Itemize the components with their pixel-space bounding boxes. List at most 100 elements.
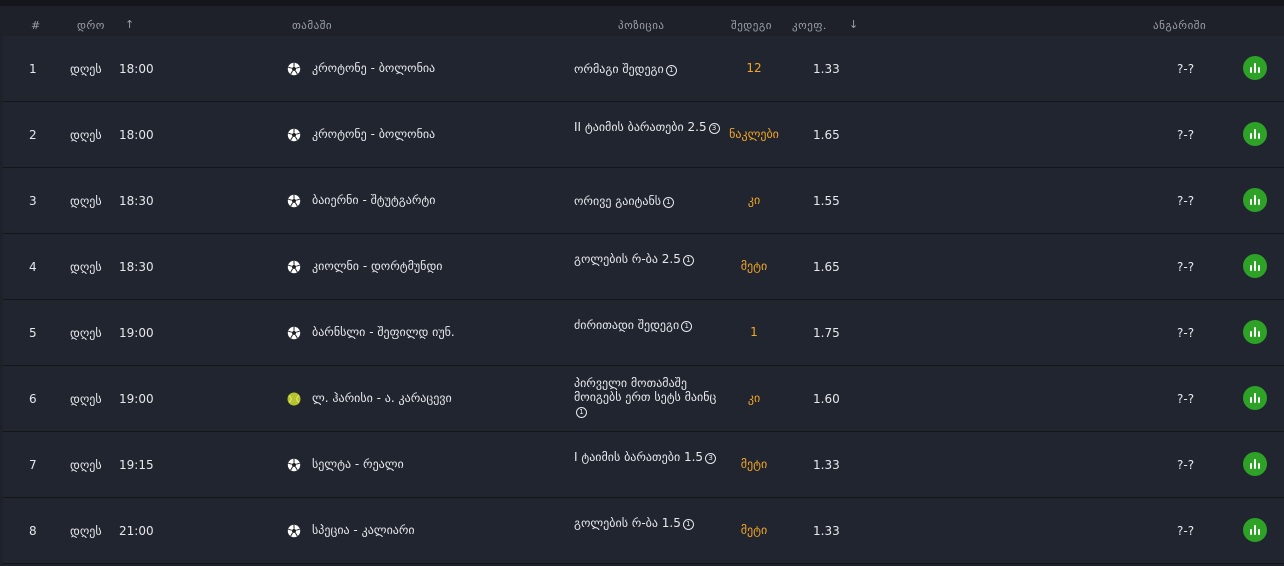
row-number: 4	[29, 260, 37, 274]
position-label: ორმაგი შედეგი	[574, 62, 664, 76]
live-stats-icon[interactable]	[1243, 254, 1267, 278]
score-value: ?-?	[1177, 194, 1195, 208]
soccer-ball-icon	[287, 127, 301, 142]
live-stats-icon[interactable]	[1243, 56, 1267, 80]
row-time: 19:15	[119, 458, 154, 472]
table-row[interactable]: 5 დღეს 19:00 ბარნსლი - შეფილდ იუნ. ძირით…	[3, 300, 1284, 366]
game-name[interactable]: კიოლნი - დორტმუნდი	[312, 259, 442, 273]
table-row[interactable]: 2 დღეს 18:00 კროტონე - ბოლონია II ტაიმის…	[3, 102, 1284, 168]
info-icon[interactable]: 3	[708, 123, 720, 134]
table-row[interactable]: 8 დღეს 21:00 სპეცია - კალიარი გოლების რ-…	[3, 498, 1284, 564]
live-stats-icon[interactable]	[1243, 386, 1267, 410]
header-coef[interactable]: კოეფ.	[792, 19, 827, 32]
coef-value: 1.65	[813, 260, 840, 274]
game-name[interactable]: სპეცია - კალიარი	[312, 523, 415, 537]
position-text: ორმაგი შედეგი 1	[574, 62, 724, 76]
row-date: დღეს	[70, 524, 102, 538]
position-label: ძირითადი შედეგი	[574, 318, 680, 332]
row-date: დღეს	[70, 128, 102, 142]
position-label: გოლების რ-ბა 2.5	[574, 252, 681, 266]
header-score: ანგარიში	[1153, 19, 1207, 32]
info-icon[interactable]: 1	[663, 197, 675, 208]
sort-ascending-icon[interactable]: ↑	[125, 18, 134, 31]
coef-value: 1.33	[813, 524, 840, 538]
score-value: ?-?	[1177, 62, 1195, 76]
result-value: მეტი	[740, 523, 768, 537]
soccer-ball-icon	[287, 325, 301, 340]
game-name[interactable]: კროტონე - ბოლონია	[312, 127, 435, 141]
info-icon[interactable]: 3	[705, 453, 717, 464]
info-icon[interactable]: 1	[682, 255, 694, 266]
row-time: 18:30	[119, 194, 154, 208]
row-number: 6	[29, 392, 37, 406]
coef-value: 1.65	[813, 128, 840, 142]
row-number: 7	[29, 458, 37, 472]
result-value: კი	[747, 193, 761, 207]
soccer-ball-icon	[287, 523, 301, 538]
row-date: დღეს	[70, 260, 102, 274]
game-name[interactable]: ბაიერნი - შტუტგარტი	[312, 193, 435, 207]
score-value: ?-?	[1177, 524, 1195, 538]
header-num: #	[31, 19, 41, 32]
table-row[interactable]: 6 დღეს 19:00 ლ. ჰარისი - ა. კარაცევი პირ…	[3, 366, 1284, 432]
game-name[interactable]: ბარნსლი - შეფილდ იუნ.	[312, 325, 455, 339]
table-row[interactable]: 3 დღეს 18:30 ბაიერნი - შტუტგარტი ორივე გ…	[3, 168, 1284, 234]
header-time[interactable]: დრო	[77, 19, 105, 32]
live-stats-icon[interactable]	[1243, 122, 1267, 146]
sort-descending-icon[interactable]: ↓	[849, 18, 858, 31]
table-body: 1 დღეს 18:00 კროტონე - ბოლონია ორმაგი შე…	[3, 36, 1284, 564]
table-header: # დრო ↑ თამაში პოზიცია შედეგი კოეფ. ↓ ან…	[0, 6, 1284, 36]
result-value: კი	[747, 391, 761, 405]
table-row[interactable]: 4 დღეს 18:30 კიოლნი - დორტმუნდი გოლების …	[3, 234, 1284, 300]
coef-value: 1.33	[813, 62, 840, 76]
position-text: I ტაიმის ბარათები 1.5 3	[574, 450, 724, 464]
header-position: პოზიცია	[618, 19, 665, 32]
table-row[interactable]: 1 დღეს 18:00 კროტონე - ბოლონია ორმაგი შე…	[3, 36, 1284, 102]
header-game: თამაში	[292, 19, 333, 32]
position-text: ძირითადი შედეგი 1	[574, 318, 724, 332]
live-stats-icon[interactable]	[1243, 452, 1267, 476]
info-icon[interactable]: 1	[682, 519, 694, 530]
soccer-ball-icon	[287, 61, 301, 76]
live-stats-icon[interactable]	[1243, 320, 1267, 344]
coef-value: 1.60	[813, 392, 840, 406]
game-name[interactable]: ლ. ჰარისი - ა. კარაცევი	[312, 391, 452, 405]
row-number: 8	[29, 524, 37, 538]
position-label: გოლების რ-ბა 1.5	[574, 516, 681, 530]
position-label: ორივე გაიტანს	[574, 194, 662, 208]
table-row[interactable]: 7 დღეს 19:15 სელტა - რეალი I ტაიმის ბარა…	[3, 432, 1284, 498]
bets-table: # დრო ↑ თამაში პოზიცია შედეგი კოეფ. ↓ ან…	[0, 0, 1284, 566]
result-value: ნაკლები	[729, 127, 779, 141]
position-text: ორივე გაიტანს 1	[574, 194, 724, 208]
position-label: I ტაიმის ბარათები 1.5	[574, 450, 704, 464]
row-date: დღეს	[70, 194, 102, 208]
info-icon[interactable]: 1	[665, 65, 677, 76]
live-stats-icon[interactable]	[1243, 188, 1267, 212]
info-icon[interactable]: 1	[681, 321, 693, 332]
row-date: დღეს	[70, 458, 102, 472]
score-value: ?-?	[1177, 260, 1195, 274]
row-date: დღეს	[70, 62, 102, 76]
row-date: დღეს	[70, 392, 102, 406]
soccer-ball-icon	[287, 457, 301, 472]
game-name[interactable]: კროტონე - ბოლონია	[312, 61, 435, 75]
score-value: ?-?	[1177, 458, 1195, 472]
result-value: მეტი	[740, 259, 768, 273]
row-date: დღეს	[70, 326, 102, 340]
row-time: 21:00	[119, 524, 154, 538]
row-number: 3	[29, 194, 37, 208]
position-text: გოლების რ-ბა 1.5 1	[574, 516, 724, 530]
row-time: 18:30	[119, 260, 154, 274]
soccer-ball-icon	[287, 259, 301, 274]
result-value: 12	[746, 61, 762, 75]
game-name[interactable]: სელტა - რეალი	[312, 457, 404, 471]
result-value: 1	[750, 325, 758, 339]
live-stats-icon[interactable]	[1243, 518, 1267, 542]
row-number: 2	[29, 128, 37, 142]
row-number: 1	[29, 62, 37, 76]
tennis-ball-icon	[287, 391, 301, 406]
score-value: ?-?	[1177, 392, 1195, 406]
row-number: 5	[29, 326, 37, 340]
info-icon[interactable]: 1	[576, 407, 587, 418]
row-time: 19:00	[119, 392, 154, 406]
